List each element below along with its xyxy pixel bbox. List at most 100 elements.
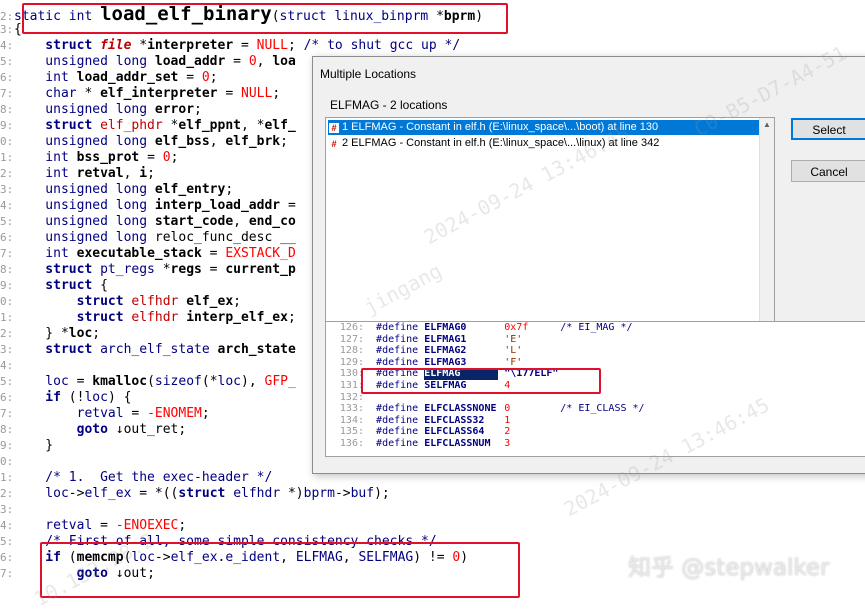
preview-line-number: 136: — [339, 438, 364, 449]
code-token: elf_entry — [154, 182, 226, 197]
line-number: 5: — [0, 375, 14, 388]
code-token: int — [14, 150, 77, 165]
code-token: struct — [14, 278, 101, 293]
code-token: unsigned long — [14, 214, 155, 229]
preview-line[interactable]: 127: #define ELFMAG1 'E' — [326, 334, 560, 346]
code-line[interactable]: 4: — [0, 358, 14, 374]
code-line[interactable]: 4: retval = -ENOEXEC; — [0, 518, 186, 534]
preview-line-number: 134: — [339, 414, 364, 426]
code-token: unsigned long — [14, 198, 155, 213]
code-token: unsigned long — [14, 102, 155, 117]
code-line[interactable]: 5: unsigned long load_addr = 0, loa — [0, 54, 296, 70]
preview-line[interactable]: 130: #define ELFMAG "\177ELF" — [326, 368, 560, 381]
code-line[interactable]: 1: int bss_prot = 0; — [0, 150, 178, 166]
code-line[interactable]: 0: unsigned long elf_bss, elf_brk; — [0, 134, 288, 150]
preview-line[interactable]: 136: #define ELFCLASSNUM 3 — [326, 438, 560, 450]
code-line[interactable]: 3: — [0, 502, 14, 518]
code-line[interactable]: 2: loc->elf_ex = *((struct elfhdr *)bprm… — [0, 486, 390, 502]
code-token: -> — [68, 486, 85, 501]
code-line[interactable]: 9: struct elf_phdr *elf_ppnt, *elf_ — [0, 118, 296, 134]
code-token: ; — [287, 310, 296, 325]
code-line[interactable]: 4: struct file *interpreter = NULL; /* t… — [0, 38, 460, 54]
code-line[interactable]: 2: } *loc; — [0, 326, 100, 342]
code-line[interactable]: 3:{ — [0, 22, 22, 38]
define-hash-icon: # — [329, 123, 339, 133]
code-line[interactable]: 0: — [0, 454, 14, 470]
code-token: loc — [68, 326, 93, 341]
code-line[interactable]: 7: int executable_stack = EXSTACK_D — [0, 246, 296, 262]
code-token: = — [201, 246, 226, 261]
scroll-up-icon[interactable]: ▲ — [760, 118, 774, 132]
macro-name: ELFMAG3 — [424, 356, 467, 368]
code-token: error — [154, 102, 195, 117]
code-line[interactable]: 7: char * elf_interpreter = NULL; — [0, 86, 280, 102]
preview-line[interactable]: 132: — [326, 392, 364, 404]
code-line[interactable]: 5: unsigned long start_code, end_co — [0, 214, 296, 230]
code-token: unsigned long — [14, 54, 155, 69]
code-token: int — [14, 246, 77, 261]
code-token: interp_load_addr — [154, 198, 281, 213]
code-token: struct — [178, 486, 234, 501]
code-token: = — [280, 198, 296, 213]
line-number: 4: — [0, 359, 14, 372]
code-token: ; — [272, 86, 281, 101]
code-line[interactable]: 8: goto ↓out_ret; — [0, 422, 186, 438]
code-token: 0 — [201, 70, 210, 85]
code-line[interactable]: 6: unsigned long reloc_func_desc __ — [0, 230, 296, 246]
preview-line[interactable]: 129: #define ELFMAG3 'F' — [326, 357, 560, 369]
code-line[interactable]: 1: struct elfhdr interp_elf_ex; — [0, 310, 296, 326]
location-item[interactable]: #2 ELFMAG - Constant in elf.h (E:\linux_… — [328, 136, 760, 151]
code-token: executable_stack — [76, 246, 202, 261]
source-preview[interactable]: 126: #define ELFMAG0 0x7f/* EI_MAG */127… — [325, 321, 865, 457]
line-number: 5: — [0, 55, 14, 68]
code-line[interactable]: 3: unsigned long elf_entry; — [0, 182, 233, 198]
preview-line[interactable]: 133: #define ELFCLASSNONE 0 /* EI_CLASS *… — [326, 403, 645, 415]
code-line[interactable]: 8: unsigned long error; — [0, 102, 202, 118]
preview-line[interactable]: 134: #define ELFCLASS32 1 — [326, 415, 560, 427]
code-line[interactable]: 2: int retval, i; — [0, 166, 155, 182]
code-token: elfhdr — [233, 486, 288, 501]
preview-line[interactable]: 131: #define SELFMAG 4 — [326, 380, 560, 392]
code-token: elf_bss — [154, 134, 210, 149]
code-line[interactable]: 5: loc = kmalloc(sizeof(*loc), GFP_ — [0, 374, 296, 390]
code-line[interactable]: 2:static int load_elf_binary(struct linu… — [0, 3, 483, 25]
code-token: elfhdr — [131, 310, 187, 325]
code-line[interactable]: 5: /* First of all, some simple consiste… — [0, 534, 437, 550]
select-button[interactable]: Select — [791, 118, 865, 140]
code-line[interactable]: 9: } — [0, 438, 53, 454]
location-item[interactable]: #1 ELFMAG - Constant in elf.h (E:\linux_… — [328, 120, 760, 135]
code-token: * — [436, 9, 444, 24]
code-token: -> — [154, 550, 171, 565]
code-line[interactable]: 4: unsigned long interp_load_addr = — [0, 198, 296, 214]
code-line[interactable]: 1: /* 1. Get the exec-header */ — [0, 470, 272, 486]
code-token: load_elf_binary — [100, 3, 272, 25]
code-line[interactable]: 6: if (memcmp(loc->elf_ex.e_ident, ELFMA… — [0, 550, 468, 566]
preview-line[interactable]: 126: #define ELFMAG0 0x7f /* EI_MAG */ — [326, 322, 633, 334]
code-line[interactable]: 8: struct pt_regs *regs = current_p — [0, 262, 296, 278]
code-token: retval — [14, 518, 93, 533]
preview-line[interactable]: 128: #define ELFMAG2 'L' — [326, 345, 560, 357]
cancel-button[interactable]: Cancel — [791, 160, 865, 182]
vertical-scrollbar[interactable]: ▲ ▼ — [759, 118, 774, 342]
preview-line-number: 128: — [339, 345, 364, 357]
code-token: ) — [460, 550, 469, 565]
line-number: 5: — [0, 215, 14, 228]
line-number: 3: — [0, 343, 14, 356]
code-line[interactable]: 0: struct elfhdr elf_ex; — [0, 294, 241, 310]
code-token: } — [14, 438, 54, 453]
code-line[interactable]: 7: retval = -ENOMEM; — [0, 406, 210, 422]
code-line[interactable]: 3: struct arch_elf_state arch_state — [0, 342, 296, 358]
define-keyword: #define — [376, 438, 419, 449]
code-token: if — [14, 550, 69, 565]
code-line[interactable]: 6: if (!loc) { — [0, 390, 131, 406]
preview-line[interactable]: 135: #define ELFCLASS64 2 — [326, 426, 560, 438]
code-line[interactable]: 9: struct { — [0, 278, 108, 294]
line-number: 7: — [0, 247, 14, 260]
line-number: 7: — [0, 87, 14, 100]
code-token: ↓out — [115, 566, 148, 581]
code-token: EXSTACK_D — [225, 246, 296, 261]
line-number: 4: — [0, 519, 14, 532]
code-line[interactable]: 6: int load_addr_set = 0; — [0, 70, 218, 86]
code-token: sizeof — [154, 374, 202, 389]
code-line[interactable]: 7: goto ↓out; — [0, 566, 155, 582]
